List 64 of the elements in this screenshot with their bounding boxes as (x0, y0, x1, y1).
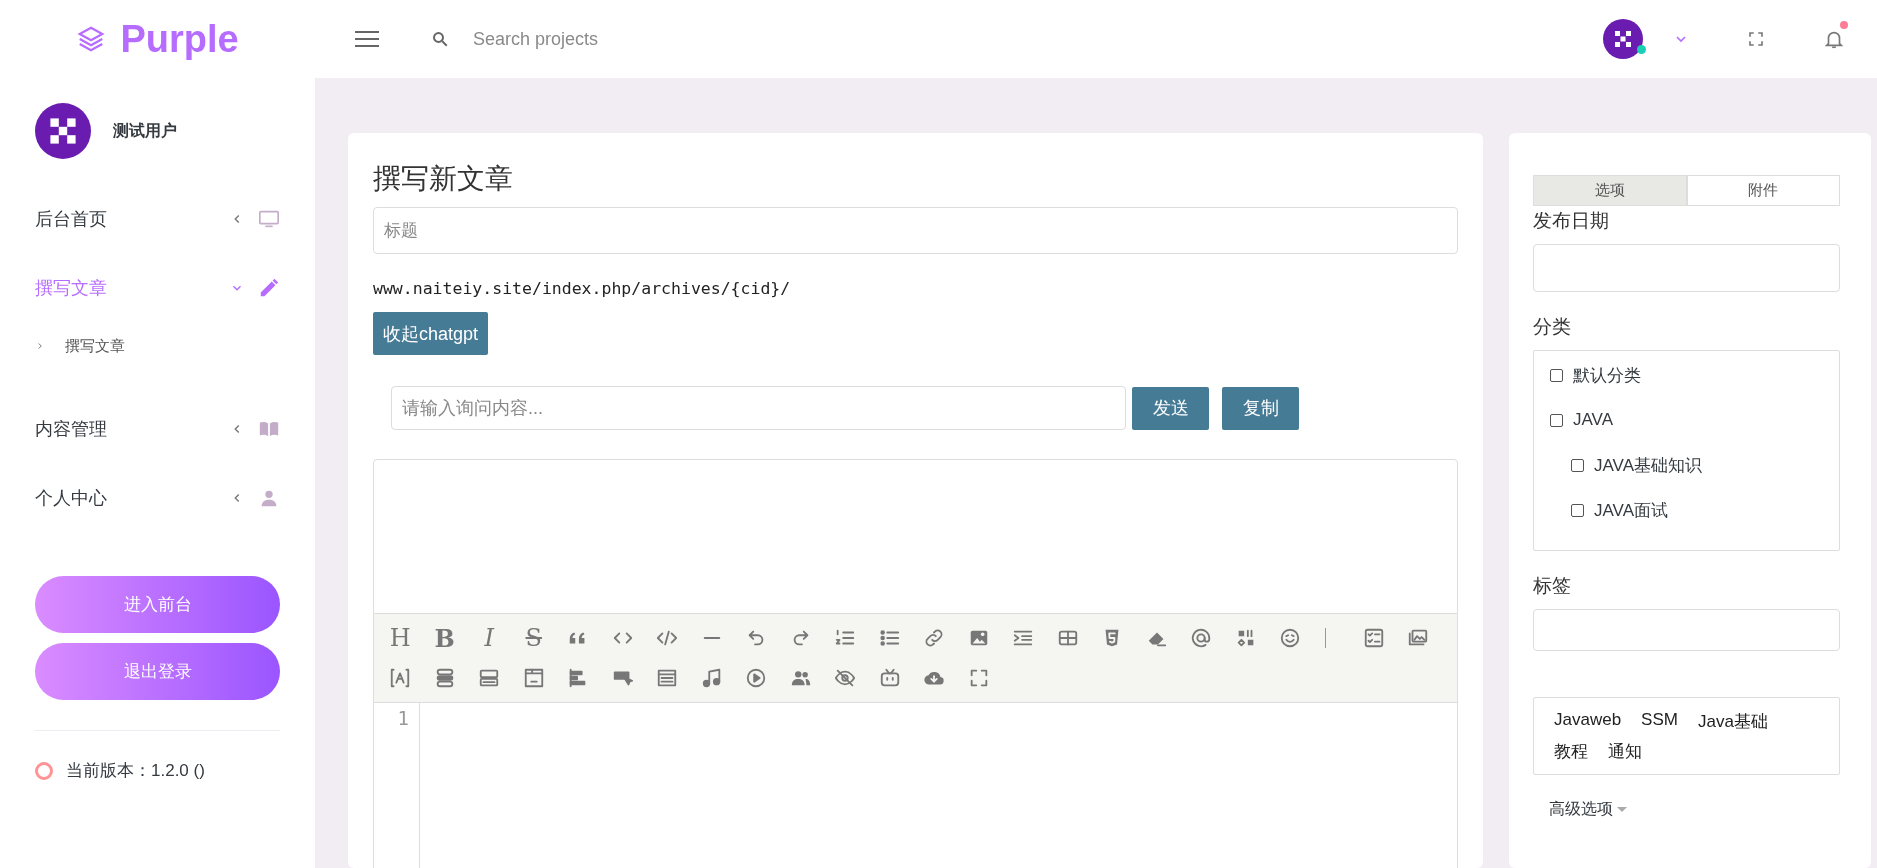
bullet-list-icon[interactable] (878, 627, 901, 649)
tag-suggestion[interactable]: 通知 (1608, 740, 1642, 766)
sidebar-item[interactable]: 后台首页 (35, 202, 280, 236)
search-icon (431, 30, 449, 48)
checkbox[interactable] (1571, 458, 1584, 472)
pencil-icon (258, 277, 280, 299)
title-field[interactable]: 标题 (373, 207, 1458, 254)
category-option[interactable]: JAVA基础知识 (1550, 453, 1839, 477)
fullscreen-icon[interactable] (1747, 30, 1765, 48)
field-label: 分类 (1533, 315, 1572, 339)
field-label: 标签 (1533, 574, 1572, 598)
music-note-icon[interactable] (700, 667, 723, 689)
eye-slash-icon[interactable] (834, 667, 857, 689)
sidebar-item[interactable]: 个人中心 (35, 481, 280, 515)
search-field[interactable]: Search projects (471, 27, 875, 51)
list-box-icon[interactable] (656, 667, 679, 689)
category-option[interactable]: 默认分类 (1550, 363, 1839, 387)
date-field[interactable] (1533, 244, 1840, 292)
user-name: 测试用户 (113, 120, 177, 141)
chat-action-button[interactable]: 复制 (1222, 386, 1299, 430)
advanced-options-toggle[interactable]: 高级选项 (1549, 799, 1627, 820)
checkbox[interactable] (1550, 368, 1563, 382)
category-option[interactable]: JAVA (1550, 408, 1839, 432)
play-icon[interactable] (745, 667, 768, 689)
avatar-image[interactable] (1603, 19, 1643, 59)
chat-answer-field[interactable] (373, 459, 1458, 614)
tags-field[interactable] (1533, 609, 1840, 651)
format-button[interactable]: H (378, 624, 423, 652)
page-heading: 撰写新文章 (373, 162, 514, 192)
checkbox[interactable] (1571, 503, 1584, 517)
field-label: 发布日期 (1533, 209, 1610, 233)
tv-icon[interactable] (878, 667, 901, 689)
notification-dot (1840, 21, 1848, 29)
smiley-icon[interactable] (1279, 627, 1302, 649)
category-option[interactable]: JAVA面试 (1550, 498, 1839, 522)
online-status-dot (1637, 45, 1646, 54)
menu-icon[interactable] (355, 30, 379, 48)
checkbox[interactable] (1550, 413, 1563, 427)
permalink-text: www.naiteiy.site/index.php/archives/{cid}/ (373, 279, 792, 298)
tag-suggestion[interactable]: Javaweb (1554, 710, 1622, 736)
sidebar-item[interactable]: 内容管理 (35, 412, 280, 446)
chat-input-field[interactable]: 请输入询问内容... (391, 386, 1126, 430)
options-tab[interactable]: 附件 (1686, 175, 1840, 206)
layers-logo-icon (76, 24, 107, 54)
line-number: 1 (397, 707, 409, 729)
chat-action-button[interactable]: 发送 (1132, 386, 1209, 430)
tag-suggestion[interactable]: Java基础 (1697, 710, 1768, 736)
tab-panel-icon[interactable] (522, 667, 545, 689)
version-text: 当前版本：1.2.0 () (66, 760, 205, 782)
at-sign-icon[interactable] (1190, 627, 1213, 649)
sidebar-subitem[interactable]: 撰写文章 (35, 331, 280, 361)
server-icon[interactable] (478, 667, 501, 689)
checklist-icon[interactable] (1362, 627, 1385, 649)
format-button[interactable]: B (422, 623, 467, 653)
monitor-icon (258, 208, 280, 230)
tag-suggestion[interactable]: 教程 (1554, 740, 1588, 766)
text-box-icon[interactable] (389, 667, 412, 689)
chatgpt-toggle-button[interactable]: 收起chatgpt (373, 312, 489, 355)
ring-icon (35, 761, 53, 780)
options-tab[interactable]: 选项 (1533, 175, 1687, 206)
tag-suggestion[interactable]: SSM (1641, 710, 1678, 736)
format-button[interactable]: S (511, 624, 556, 652)
avatar-image (35, 103, 91, 159)
format-button[interactable]: I (467, 624, 512, 652)
